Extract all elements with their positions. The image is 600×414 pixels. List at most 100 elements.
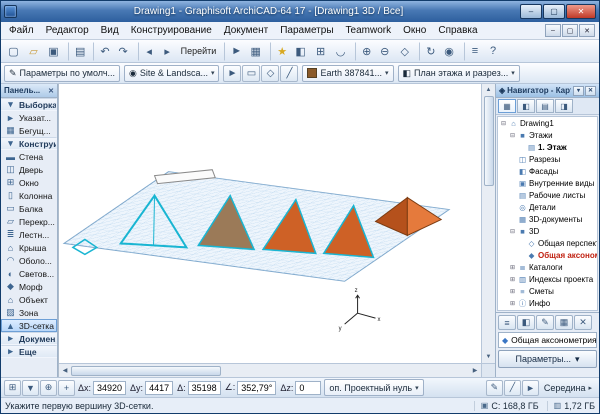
pen-color-icon[interactable]: ✎ [486, 380, 503, 396]
scroll-right-icon[interactable]: ▶ [469, 365, 481, 377]
drawing-canvas-area[interactable]: z x y ▲ ▼ ◀ ▶ [58, 84, 495, 377]
menu-item[interactable]: Параметры [274, 23, 339, 38]
tool-wall[interactable]: ▬ Стена [1, 150, 57, 163]
favorites-combo[interactable]: ◉ Site & Landsca... ▾ [124, 65, 219, 82]
tree-expander-icon[interactable]: ⊞ [509, 264, 516, 271]
undo-icon[interactable]: ↶ [93, 42, 112, 61]
tool-morph[interactable]: ◆ Морф [1, 280, 57, 293]
toolbox-header[interactable]: Панель... ✕ [1, 84, 57, 98]
marquee-icon[interactable]: ▦ [246, 42, 265, 61]
horizontal-scrollbar[interactable]: ◀ ▶ [59, 363, 481, 377]
layout-book-tab-icon[interactable]: ▤ [536, 99, 554, 113]
tree-item-stories[interactable]: ⊟ ■ Этажи [498, 129, 597, 141]
menu-item[interactable]: Файл [3, 23, 40, 38]
tree-expander-icon[interactable]: ⊟ [509, 132, 516, 139]
go-to-button[interactable]: Перейти [178, 42, 220, 61]
nav-close-icon[interactable]: ✕ [585, 86, 596, 96]
tree-item-help[interactable]: ? Справка [498, 309, 597, 311]
tool-object[interactable]: ⌂ Объект [1, 293, 57, 306]
coordinate-input[interactable]: 4417 [145, 381, 173, 395]
mdi-restore-button[interactable]: ▢ [562, 24, 578, 37]
menu-item[interactable]: Редактор [40, 23, 95, 38]
title-bar[interactable]: Drawing1 - Graphisoft ArchiCAD-64 17 - [… [1, 1, 599, 22]
navigator-header[interactable]: ◈ Навигатор - Карта п... ▾✕ [496, 84, 599, 98]
tool-shell[interactable]: ◠ Оболо... [1, 254, 57, 267]
view-parameters-button[interactable]: Параметры... ▾ [498, 350, 597, 368]
publisher-tab-icon[interactable]: ◨ [555, 99, 573, 113]
snap-guides-button[interactable]: Середина ▸ [540, 383, 596, 393]
toolbox-section-design[interactable]: ▾ Конструи [1, 137, 57, 150]
3d-canvas[interactable]: z x y [59, 84, 481, 363]
scroll-down-icon[interactable]: ▼ [483, 351, 495, 363]
slanted-method-icon[interactable]: ╱ [280, 65, 298, 82]
qo-layers-icon[interactable]: ◧ [517, 315, 535, 330]
tree-item-sections[interactable]: ◫ Разрезы [498, 153, 597, 165]
tool-skylight[interactable]: ◐ Светов... [1, 267, 57, 280]
open-icon[interactable]: ▱ [24, 42, 43, 61]
tree-expander-icon[interactable]: ⊞ [509, 276, 516, 283]
minimize-button[interactable]: – [520, 4, 542, 19]
tree-expander-icon[interactable]: ⊟ [509, 228, 516, 235]
snap-point-icon[interactable]: ► [522, 380, 539, 396]
scroll-left-icon[interactable]: ◀ [59, 365, 71, 377]
tree-expander-icon[interactable]: ⊟ [500, 120, 507, 127]
view-map-tab-icon[interactable]: ◧ [517, 99, 535, 113]
close-button[interactable]: ✕ [566, 4, 596, 19]
tool-zone[interactable]: ▨ Зона [1, 306, 57, 319]
current-view-field[interactable]: ◆ Общая аксонометрия [498, 332, 597, 348]
tool-mesh[interactable]: ▲ 3D-сетка [1, 319, 57, 332]
tree-item-schedules[interactable]: ⊞ ≣ Каталоги [498, 261, 597, 273]
tree-item-elevations[interactable]: ◧ Фасады [498, 165, 597, 177]
tree-item-story-1[interactable]: ▤ 1. Этаж [498, 141, 597, 153]
tool-pointer[interactable]: ► Указат... [1, 111, 57, 124]
fit-view-icon[interactable]: ◇ [395, 42, 414, 61]
tree-item-lists[interactable]: ⊞ ≡ Сметы [498, 285, 597, 297]
coordinate-input[interactable]: 352,79° [237, 381, 276, 395]
tool-slab[interactable]: ▱ Перекр... [1, 215, 57, 228]
gravity-icon[interactable]: ▼ [22, 380, 39, 396]
polygon-method-icon[interactable]: ▭ [242, 65, 260, 82]
mdi-minimize-button[interactable]: – [545, 24, 561, 37]
save-icon[interactable]: ▣ [44, 42, 63, 61]
print-icon[interactable]: ▤ [68, 42, 88, 61]
tree-item-info[interactable]: ⊞ ⓘ Инфо [498, 297, 597, 309]
tree-item-project[interactable]: ⊟ ⌂ Drawing1 [498, 117, 597, 129]
magnet-icon[interactable]: ◡ [331, 42, 350, 61]
find-select-icon[interactable]: ► [224, 42, 245, 61]
qo-pen-icon[interactable]: ✎ [536, 315, 554, 330]
arrow-method-icon[interactable]: ► [223, 65, 241, 82]
scroll-up-icon[interactable]: ▲ [483, 84, 495, 96]
tool-marquee[interactable]: ▦ Бегущ... [1, 124, 57, 137]
tool-stair[interactable]: ≣ Лестн... [1, 228, 57, 241]
new-icon[interactable]: ▢ [4, 42, 23, 61]
vertical-scrollbar[interactable]: ▲ ▼ [481, 84, 495, 363]
material-combo[interactable]: Earth 387841... ▾ [302, 65, 393, 82]
layer-combo[interactable]: ◧ План этажа и разрез... ▾ [398, 65, 520, 82]
tree-expander-icon[interactable]: ⊞ [509, 300, 516, 307]
tree-expander-icon[interactable]: ⊞ [509, 288, 516, 295]
tool-column[interactable]: ▯ Колонна [1, 189, 57, 202]
tool-window[interactable]: ⊞ Окно [1, 176, 57, 189]
maximize-button[interactable]: ▢ [543, 4, 565, 19]
menu-item[interactable]: Вид [95, 23, 125, 38]
qo-settings-icon[interactable]: ≡ [498, 315, 516, 330]
toolbox-section-more[interactable]: ▸ Еще [1, 345, 57, 358]
toolbox-section-selection[interactable]: ▾ Выборка [1, 98, 57, 111]
qo-close-icon[interactable]: ✕ [574, 315, 592, 330]
favorites-icon[interactable]: ★ [270, 42, 290, 61]
forward-icon[interactable]: ▸ [158, 42, 177, 61]
menu-item[interactable]: Окно [397, 23, 432, 38]
menu-item[interactable]: Конструирование [125, 23, 218, 38]
menu-item[interactable]: Справка [432, 23, 483, 38]
coordinates-icon[interactable]: + [58, 380, 75, 396]
redo-icon[interactable]: ↷ [114, 42, 133, 61]
mdi-close-button[interactable]: ✕ [579, 24, 595, 37]
project-map-tab-icon[interactable]: ▦ [498, 99, 516, 113]
toolbox-close-icon[interactable]: ✕ [48, 87, 54, 95]
camera-icon[interactable]: ◉ [440, 42, 459, 61]
qo-model-icon[interactable]: ▦ [555, 315, 573, 330]
nav-menu-icon[interactable]: ▾ [573, 86, 584, 96]
relative-origin-icon[interactable]: ⊕ [40, 380, 57, 396]
tool-beam[interactable]: ▭ Балка [1, 202, 57, 215]
horizontal-scroll-thumb[interactable] [71, 366, 221, 376]
